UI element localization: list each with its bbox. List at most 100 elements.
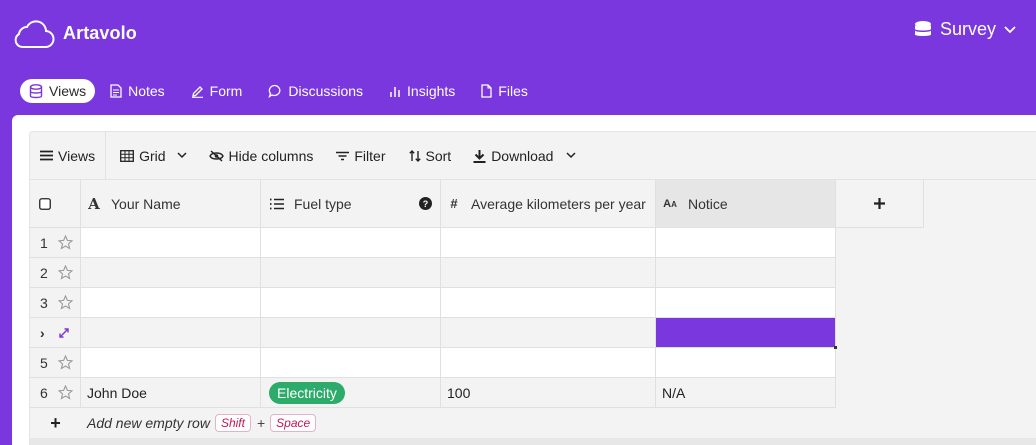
cell-your-name[interactable] bbox=[81, 348, 261, 378]
column-title: Notice bbox=[688, 195, 728, 212]
cell-fuel-type[interactable] bbox=[261, 258, 441, 288]
row-number: 2 bbox=[40, 264, 48, 281]
help-icon[interactable]: ? bbox=[419, 197, 432, 210]
cell-your-name[interactable] bbox=[81, 258, 261, 288]
table-row[interactable]: 5 bbox=[30, 348, 924, 378]
cell-average-km[interactable]: 100 bbox=[441, 378, 656, 408]
table-row[interactable]: 3 bbox=[30, 288, 924, 318]
row-expand-chevron[interactable]: › bbox=[40, 325, 52, 341]
cell-fuel-type[interactable]: Electricity bbox=[261, 378, 441, 408]
long-text-type-icon: AA bbox=[663, 197, 677, 210]
text-type-icon: A bbox=[88, 194, 100, 213]
base-switcher[interactable]: Survey bbox=[914, 19, 1016, 40]
star-icon[interactable] bbox=[58, 355, 73, 370]
row-index-cell[interactable]: 2 bbox=[30, 258, 81, 288]
cell-average-km[interactable] bbox=[441, 258, 656, 288]
cell-fuel-type[interactable] bbox=[261, 318, 441, 348]
add-new-row[interactable]: + Add new empty row Shift + Space bbox=[30, 408, 924, 438]
hamburger-icon bbox=[40, 150, 53, 161]
expand-icon[interactable] bbox=[58, 327, 70, 339]
space-key-hint: Space bbox=[270, 414, 317, 432]
checkbox-icon[interactable] bbox=[39, 197, 51, 210]
tab-discussions[interactable]: Discussions bbox=[257, 79, 374, 103]
cell-notice[interactable] bbox=[656, 348, 836, 378]
row-index-cell[interactable]: 3 bbox=[30, 288, 81, 318]
star-icon[interactable] bbox=[58, 265, 73, 280]
cell-notice-selected[interactable] bbox=[656, 318, 837, 349]
filter-button[interactable]: Filter bbox=[336, 132, 386, 180]
grid-icon bbox=[120, 149, 135, 162]
select-all-checkbox-cell[interactable] bbox=[30, 180, 81, 228]
row-number: 1 bbox=[40, 234, 48, 251]
views-toggle-button[interactable]: Views bbox=[30, 132, 105, 180]
download-button[interactable]: Download bbox=[473, 132, 576, 180]
cell-fuel-type[interactable] bbox=[261, 228, 441, 258]
row-number: 3 bbox=[40, 294, 48, 311]
cell-notice[interactable] bbox=[656, 288, 836, 318]
row-index-cell[interactable]: 1 bbox=[30, 228, 81, 258]
cell-fuel-type[interactable] bbox=[261, 348, 441, 378]
tab-label: Discussions bbox=[288, 83, 364, 99]
sort-button[interactable]: Sort bbox=[408, 132, 452, 180]
table-header-row: A Your Name Fuel type ? # Average kilome… bbox=[30, 180, 924, 228]
cell-average-km[interactable] bbox=[441, 288, 656, 318]
table-row[interactable]: › bbox=[30, 318, 924, 349]
tab-notes[interactable]: Notes bbox=[99, 79, 176, 103]
row-index-cell[interactable]: 6 bbox=[30, 378, 81, 408]
row-index-cell[interactable]: › bbox=[30, 318, 81, 348]
tab-label: Notes bbox=[128, 83, 165, 99]
chevron-down-icon bbox=[1004, 25, 1016, 33]
tab-views[interactable]: Views bbox=[20, 79, 96, 103]
cell-notice[interactable]: N/A bbox=[656, 378, 836, 408]
column-header-fuel-type[interactable]: Fuel type ? bbox=[261, 180, 441, 228]
file-icon bbox=[481, 84, 492, 98]
column-header-average-kilometers[interactable]: # Average kilometers per year bbox=[441, 180, 656, 228]
plus-icon[interactable]: + bbox=[30, 413, 81, 434]
brand[interactable]: Artavolo bbox=[11, 17, 137, 50]
cell-your-name[interactable] bbox=[81, 318, 261, 348]
app-header: Artavolo Survey bbox=[0, 0, 1036, 68]
key-combo-plus: + bbox=[256, 415, 266, 431]
cell-notice[interactable] bbox=[656, 258, 836, 288]
row-index-cell[interactable]: 5 bbox=[30, 348, 81, 378]
row-number: 5 bbox=[40, 354, 48, 371]
speech-bubble-icon bbox=[268, 84, 281, 98]
cell-average-km[interactable] bbox=[441, 228, 656, 258]
svg-text:?: ? bbox=[423, 199, 429, 209]
horizontal-scrollbar[interactable] bbox=[30, 438, 1036, 445]
cell-your-name[interactable]: John Doe bbox=[81, 378, 261, 408]
cell-notice[interactable] bbox=[656, 228, 836, 258]
sort-label: Sort bbox=[425, 147, 452, 164]
tab-files[interactable]: Files bbox=[470, 79, 539, 103]
brand-name: Artavolo bbox=[63, 23, 137, 43]
eye-off-icon bbox=[208, 149, 224, 162]
cell-average-km[interactable] bbox=[441, 318, 656, 348]
hide-columns-label: Hide columns bbox=[228, 147, 314, 164]
cell-average-km[interactable] bbox=[441, 348, 656, 378]
tab-insights[interactable]: Insights bbox=[378, 79, 466, 103]
table-row[interactable]: 2 bbox=[30, 258, 924, 288]
tab-form[interactable]: Form bbox=[180, 79, 254, 103]
column-header-your-name[interactable]: A Your Name bbox=[81, 180, 261, 228]
star-icon[interactable] bbox=[58, 235, 73, 250]
tab-label: Files bbox=[498, 83, 528, 99]
cell-fuel-type[interactable] bbox=[261, 288, 441, 318]
table-row[interactable]: 6 John Doe Electricity 100 N/A bbox=[30, 378, 924, 408]
cell-your-name[interactable] bbox=[81, 228, 261, 258]
list-icon bbox=[270, 198, 284, 209]
grid-view-menu[interactable]: Grid bbox=[106, 132, 187, 180]
star-icon[interactable] bbox=[58, 295, 73, 310]
add-column-button[interactable] bbox=[836, 180, 924, 228]
database-icon bbox=[914, 20, 931, 36]
tab-label: Views bbox=[49, 83, 87, 99]
table-row[interactable]: 1 bbox=[30, 228, 924, 258]
tab-label: Insights bbox=[407, 83, 456, 99]
column-header-notice[interactable]: AA Notice bbox=[656, 180, 836, 228]
cell-your-name[interactable] bbox=[81, 288, 261, 318]
hide-columns-button[interactable]: Hide columns bbox=[208, 132, 314, 180]
grid-toolbar: Views Grid Hide columns Filter Sort Down… bbox=[30, 132, 1036, 180]
bar-chart-icon bbox=[390, 86, 400, 97]
grid-view-label: Grid bbox=[139, 147, 166, 164]
star-icon[interactable] bbox=[58, 385, 73, 400]
column-title: Fuel type bbox=[294, 195, 352, 212]
